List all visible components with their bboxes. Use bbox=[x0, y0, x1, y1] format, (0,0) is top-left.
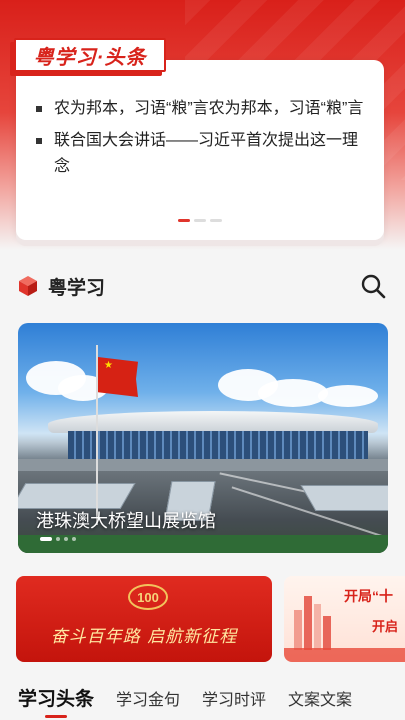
tab-active-indicator bbox=[45, 715, 67, 718]
carousel-dot bbox=[56, 537, 60, 541]
tab-golden-quotes[interactable]: 学习金句 bbox=[116, 680, 180, 720]
headline-card[interactable]: 农为邦本，习语“粮”言农为邦本，习语“粮”言 联合国大会讲话——习近平首次提出这… bbox=[16, 60, 384, 240]
headline-text: 农为邦本，习语“粮”言农为邦本，习语“粮”言 bbox=[54, 100, 364, 117]
tab-label: 学习时评 bbox=[202, 692, 267, 709]
cloud bbox=[258, 379, 328, 407]
headline-text: 联合国大会讲话——习近平首次提出这一理念 bbox=[54, 132, 359, 175]
cloud bbox=[318, 385, 378, 407]
city-skyline-icon bbox=[294, 596, 331, 650]
headline-badge: 粤学习·头条 bbox=[14, 38, 166, 72]
carousel-dot bbox=[72, 537, 76, 541]
pager-dot bbox=[210, 219, 222, 222]
carousel-dot bbox=[64, 537, 68, 541]
flagpole bbox=[96, 345, 98, 525]
category-tabs: 学习头条 学习金句 学习时评 文案文案 bbox=[0, 680, 405, 720]
bullet-icon bbox=[36, 138, 42, 144]
promo-card-centenary[interactable]: 100 奋斗百年路 启航新征程 bbox=[16, 576, 272, 662]
promo-subtitle: 开启 bbox=[372, 619, 399, 634]
headline-item[interactable]: 联合国大会讲话——习近平首次提出这一理念 bbox=[36, 128, 364, 180]
cube-icon bbox=[19, 276, 37, 296]
pager-dot bbox=[194, 219, 206, 222]
canopy bbox=[18, 483, 136, 509]
carousel-dot-active bbox=[40, 537, 52, 541]
image-carousel[interactable]: ★ 港珠澳大桥望山展览馆 bbox=[18, 323, 388, 553]
centenary-logo: 100 bbox=[128, 584, 168, 610]
canopy bbox=[300, 485, 388, 511]
bullet-icon bbox=[36, 106, 42, 112]
tab-label: 学习金句 bbox=[116, 692, 181, 709]
section-title: 粤学习 bbox=[18, 273, 105, 300]
headline-pager bbox=[16, 219, 384, 222]
building-base bbox=[18, 459, 388, 471]
tab-label: 学习头条 bbox=[18, 689, 95, 710]
building-facade bbox=[68, 431, 368, 461]
section-title-text: 粤学习 bbox=[48, 277, 106, 299]
headline-list: 农为邦本，习语“粮”言农为邦本，习语“粮”言 联合国大会讲话——习近平首次提出这… bbox=[36, 96, 364, 186]
star-icon: ★ bbox=[104, 360, 113, 371]
promo-ground bbox=[284, 648, 405, 662]
search-button[interactable] bbox=[359, 272, 387, 300]
promo-title: 开局“十 bbox=[344, 588, 393, 604]
promo-row: 100 奋斗百年路 启航新征程 开局“十 开启 bbox=[16, 576, 405, 662]
promo-slogan: 奋斗百年路 启航新征程 bbox=[50, 627, 238, 647]
carousel-dots bbox=[40, 537, 76, 541]
section-header: 粤学习 bbox=[18, 272, 387, 300]
banner-caption: 港珠澳大桥望山展览馆 bbox=[36, 511, 216, 531]
headline-item[interactable]: 农为邦本，习语“粮”言农为邦本，习语“粮”言 bbox=[36, 96, 364, 122]
tab-learning-headlines[interactable]: 学习头条 bbox=[18, 680, 94, 720]
tab-label: 文案文案 bbox=[288, 692, 353, 709]
tab-commentary[interactable]: 学习时评 bbox=[202, 680, 266, 720]
pager-dot-active bbox=[178, 219, 190, 222]
search-icon bbox=[361, 274, 386, 299]
promo-card-plan[interactable]: 开局“十 开启 bbox=[284, 576, 405, 662]
tab-copywriting[interactable]: 文案文案 bbox=[288, 680, 352, 720]
